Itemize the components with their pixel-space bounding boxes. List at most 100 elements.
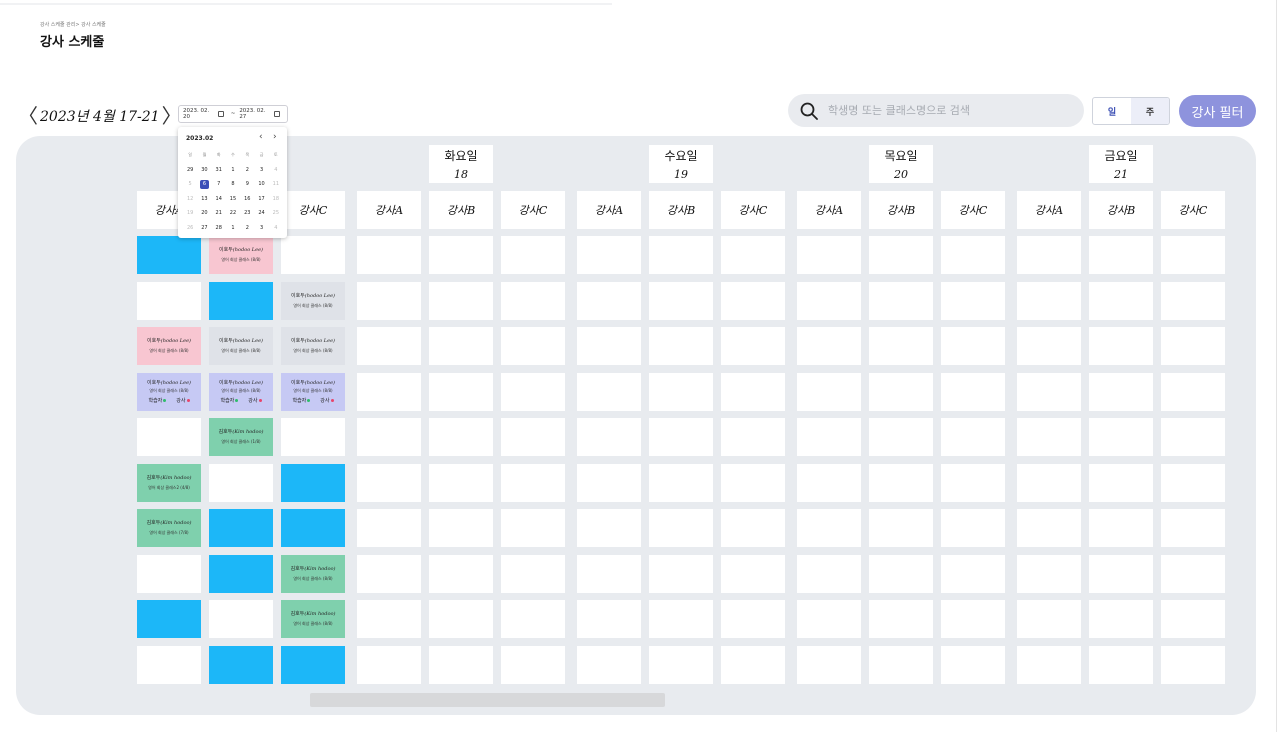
class-booking[interactable]: 김호두(Kim hodoo) 영어 회상 클래스 (7/8) xyxy=(137,509,201,547)
instructor-column-header[interactable]: 강사C xyxy=(1161,191,1225,229)
empty-slot[interactable] xyxy=(501,418,565,456)
instructor-column-header[interactable]: 강사C xyxy=(501,191,565,229)
empty-slot[interactable] xyxy=(577,327,641,365)
empty-slot[interactable] xyxy=(869,327,933,365)
chevron-right-icon[interactable]: › xyxy=(273,132,277,142)
picker-date[interactable]: 2 xyxy=(240,164,254,177)
empty-slot[interactable] xyxy=(797,372,861,411)
empty-slot[interactable] xyxy=(577,418,641,456)
empty-slot[interactable] xyxy=(357,463,421,502)
empty-slot[interactable] xyxy=(429,236,493,274)
blocked-slot[interactable] xyxy=(209,281,273,320)
empty-slot[interactable] xyxy=(941,463,1005,502)
empty-slot[interactable] xyxy=(429,463,493,502)
class-booking[interactable]: 김호두(Kim hodoo) 영어 회상 클래스 (8/8) xyxy=(281,554,345,593)
empty-slot[interactable] xyxy=(1161,509,1225,547)
picker-date[interactable]: 4 xyxy=(269,164,283,177)
picker-date[interactable]: 13 xyxy=(197,193,211,206)
empty-slot[interactable] xyxy=(1161,327,1225,365)
empty-slot[interactable] xyxy=(797,327,861,365)
empty-slot[interactable] xyxy=(721,463,785,502)
empty-slot[interactable] xyxy=(797,645,861,684)
instructor-column-header[interactable]: 강사A xyxy=(1017,191,1081,229)
picker-date[interactable]: 3 xyxy=(254,222,268,235)
empty-slot[interactable] xyxy=(429,554,493,593)
empty-slot[interactable] xyxy=(721,281,785,320)
empty-slot[interactable] xyxy=(281,418,345,456)
empty-slot[interactable] xyxy=(1161,236,1225,274)
picker-date[interactable]: 17 xyxy=(254,193,268,206)
empty-slot[interactable] xyxy=(429,600,493,638)
picker-date[interactable]: 5 xyxy=(183,178,197,191)
picker-date[interactable]: 9 xyxy=(240,178,254,191)
picker-date[interactable]: 28 xyxy=(212,222,226,235)
class-booking[interactable]: 이호두(hodoo Lee) 영어 회상 클래스 (8/8) xyxy=(281,327,345,365)
empty-slot[interactable] xyxy=(577,463,641,502)
picker-date[interactable]: 8 xyxy=(226,178,240,191)
empty-slot[interactable] xyxy=(941,600,1005,638)
picker-date[interactable]: 1 xyxy=(226,222,240,235)
empty-slot[interactable] xyxy=(649,236,713,274)
picker-date[interactable]: 18 xyxy=(269,193,283,206)
empty-slot[interactable] xyxy=(941,509,1005,547)
empty-slot[interactable] xyxy=(577,509,641,547)
empty-slot[interactable] xyxy=(649,372,713,411)
empty-slot[interactable] xyxy=(1089,554,1153,593)
empty-slot[interactable] xyxy=(721,600,785,638)
empty-slot[interactable] xyxy=(1017,600,1081,638)
instructor-column-header[interactable]: 강사C xyxy=(281,191,345,229)
class-booking[interactable]: 이호두(hodoo Lee) 영어 회상 클래스 (8/8) xyxy=(137,327,201,365)
empty-slot[interactable] xyxy=(1161,600,1225,638)
blocked-slot[interactable] xyxy=(137,600,201,638)
chevron-left-icon[interactable]: ‹ xyxy=(259,132,263,142)
picker-date[interactable]: 23 xyxy=(240,207,254,220)
picker-date[interactable]: 27 xyxy=(197,222,211,235)
empty-slot[interactable] xyxy=(429,645,493,684)
empty-slot[interactable] xyxy=(797,281,861,320)
empty-slot[interactable] xyxy=(281,236,345,274)
empty-slot[interactable] xyxy=(1089,645,1153,684)
empty-slot[interactable] xyxy=(501,327,565,365)
empty-slot[interactable] xyxy=(941,418,1005,456)
picker-date[interactable]: 31 xyxy=(212,164,226,177)
picker-date[interactable]: 29 xyxy=(183,164,197,177)
empty-slot[interactable] xyxy=(869,509,933,547)
empty-slot[interactable] xyxy=(209,600,273,638)
empty-slot[interactable] xyxy=(1017,281,1081,320)
empty-slot[interactable] xyxy=(429,509,493,547)
horizontal-scrollbar[interactable] xyxy=(310,693,665,707)
empty-slot[interactable] xyxy=(357,645,421,684)
picker-date[interactable]: 16 xyxy=(240,193,254,206)
blocked-slot[interactable] xyxy=(209,645,273,684)
picker-date[interactable]: 21 xyxy=(212,207,226,220)
empty-slot[interactable] xyxy=(797,600,861,638)
class-booking[interactable]: 이호두(hodoo Lee) 영어 회상 클래스 (8/8) 학습자 강사 xyxy=(137,372,201,411)
empty-slot[interactable] xyxy=(721,418,785,456)
instructor-filter-button[interactable]: 강사 필터 xyxy=(1179,95,1256,127)
empty-slot[interactable] xyxy=(649,509,713,547)
empty-slot[interactable] xyxy=(1161,554,1225,593)
blocked-slot[interactable] xyxy=(281,645,345,684)
instructor-column-header[interactable]: 강사A xyxy=(577,191,641,229)
picker-date[interactable]: 14 xyxy=(212,193,226,206)
empty-slot[interactable] xyxy=(797,509,861,547)
empty-slot[interactable] xyxy=(357,600,421,638)
empty-slot[interactable] xyxy=(357,372,421,411)
blocked-slot[interactable] xyxy=(209,509,273,547)
empty-slot[interactable] xyxy=(869,600,933,638)
picker-date[interactable]: 25 xyxy=(269,207,283,220)
picker-date[interactable]: 2 xyxy=(240,222,254,235)
class-booking[interactable]: 이호두(hodoo Lee) 영어 회상 클래스 (8/8) 학습자 강사 xyxy=(281,372,345,411)
empty-slot[interactable] xyxy=(501,281,565,320)
empty-slot[interactable] xyxy=(721,327,785,365)
empty-slot[interactable] xyxy=(501,236,565,274)
empty-slot[interactable] xyxy=(869,463,933,502)
empty-slot[interactable] xyxy=(941,327,1005,365)
empty-slot[interactable] xyxy=(941,554,1005,593)
picker-date[interactable]: 7 xyxy=(212,178,226,191)
empty-slot[interactable] xyxy=(501,463,565,502)
picker-date[interactable]: 10 xyxy=(254,178,268,191)
instructor-column-header[interactable]: 강사B xyxy=(649,191,713,229)
picker-date[interactable]: 15 xyxy=(226,193,240,206)
empty-slot[interactable] xyxy=(1089,463,1153,502)
